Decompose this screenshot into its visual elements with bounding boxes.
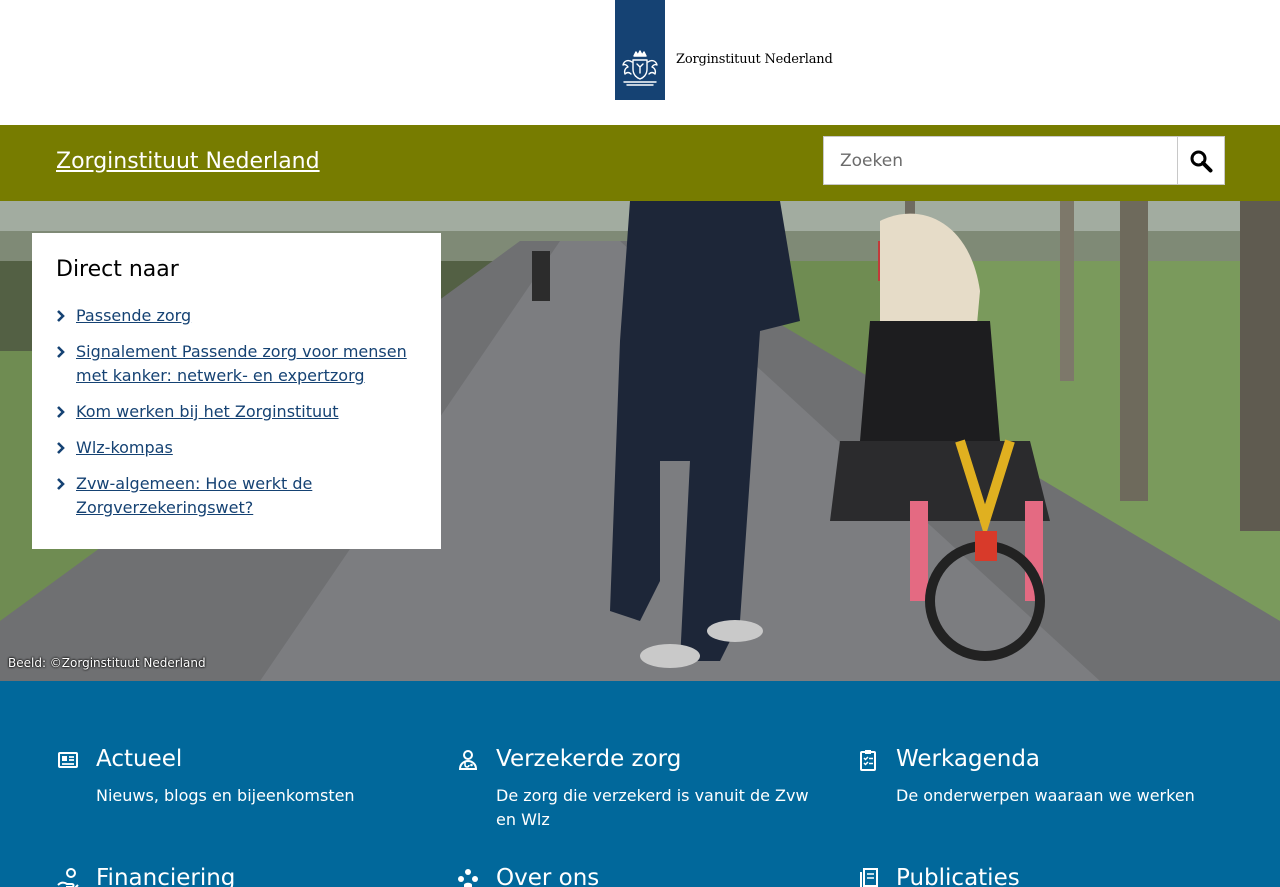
direct-naar-link[interactable]: Passende zorg bbox=[76, 304, 191, 328]
tile-title: Actueel bbox=[96, 746, 183, 772]
tile-description: De zorg die verzekerd is vanuit de Zvw e… bbox=[496, 786, 809, 829]
search-button[interactable] bbox=[1177, 137, 1224, 184]
direct-naar-list: Passende zorg Signalement Passende zorg … bbox=[56, 304, 417, 520]
site-title-link[interactable]: Zorginstituut Nederland bbox=[56, 149, 320, 174]
theme-tiles-section: Actueel Nieuws, blogs en bijeenkomsten V… bbox=[0, 681, 1280, 887]
direct-naar-item-wlz-kompas[interactable]: Wlz-kompas bbox=[56, 436, 417, 460]
money-icon bbox=[57, 868, 79, 887]
direct-naar-title: Direct naar bbox=[56, 257, 179, 282]
chevron-right-icon bbox=[57, 442, 65, 454]
chevron-right-icon bbox=[57, 478, 65, 490]
newspaper-icon bbox=[58, 752, 78, 768]
publications-icon bbox=[860, 868, 878, 887]
tile-title: Publicaties bbox=[896, 865, 1020, 887]
crest-icon bbox=[622, 50, 658, 86]
tile-title: Financiering bbox=[96, 865, 236, 887]
people-icon bbox=[458, 869, 478, 887]
chevron-right-icon bbox=[57, 310, 65, 322]
tile-description: Nieuws, blogs en bijeenkomsten bbox=[96, 786, 355, 805]
direct-naar-link[interactable]: Kom werken bij het Zorginstituut bbox=[76, 400, 339, 424]
tile-title: Werkagenda bbox=[896, 746, 1041, 772]
tile-title: Over ons bbox=[496, 865, 600, 887]
photo-credit: Beeld: ©Zorginstituut Nederland bbox=[8, 656, 206, 670]
direct-naar-link[interactable]: Signalement Passende zorg voor mensen me… bbox=[76, 340, 417, 388]
search-form bbox=[823, 136, 1225, 185]
search-icon bbox=[1190, 150, 1213, 172]
search-input[interactable] bbox=[824, 137, 1177, 184]
direct-naar-item-signalement[interactable]: Signalement Passende zorg voor mensen me… bbox=[56, 340, 417, 388]
hero-banner: Direct naar Passende zorg Signalement Pa… bbox=[0, 201, 1280, 681]
direct-naar-item-werken-bij[interactable]: Kom werken bij het Zorginstituut bbox=[56, 400, 417, 424]
direct-naar-panel: Direct naar Passende zorg Signalement Pa… bbox=[32, 233, 441, 549]
direct-naar-item-passende-zorg[interactable]: Passende zorg bbox=[56, 304, 417, 328]
doctor-icon bbox=[458, 750, 478, 770]
logo-text: Zorginstituut Nederland bbox=[676, 52, 833, 67]
direct-naar-link[interactable]: Zvw-algemeen: Hoe werkt de Zorgverzekeri… bbox=[76, 472, 417, 520]
chevron-right-icon bbox=[57, 406, 65, 418]
chevron-right-icon bbox=[57, 346, 65, 358]
tile-title: Verzekerde zorg bbox=[496, 746, 682, 772]
logo-band: Zorginstituut Nederland bbox=[0, 0, 1280, 125]
direct-naar-item-zvw-algemeen[interactable]: Zvw-algemeen: Hoe werkt de Zorgverzekeri… bbox=[56, 472, 417, 520]
direct-naar-link[interactable]: Wlz-kompas bbox=[76, 436, 173, 460]
header-bar: Zorginstituut Nederland bbox=[0, 125, 1280, 201]
clipboard-icon bbox=[860, 750, 876, 771]
tile-description: De onderwerpen waaraan we werken bbox=[896, 786, 1195, 805]
